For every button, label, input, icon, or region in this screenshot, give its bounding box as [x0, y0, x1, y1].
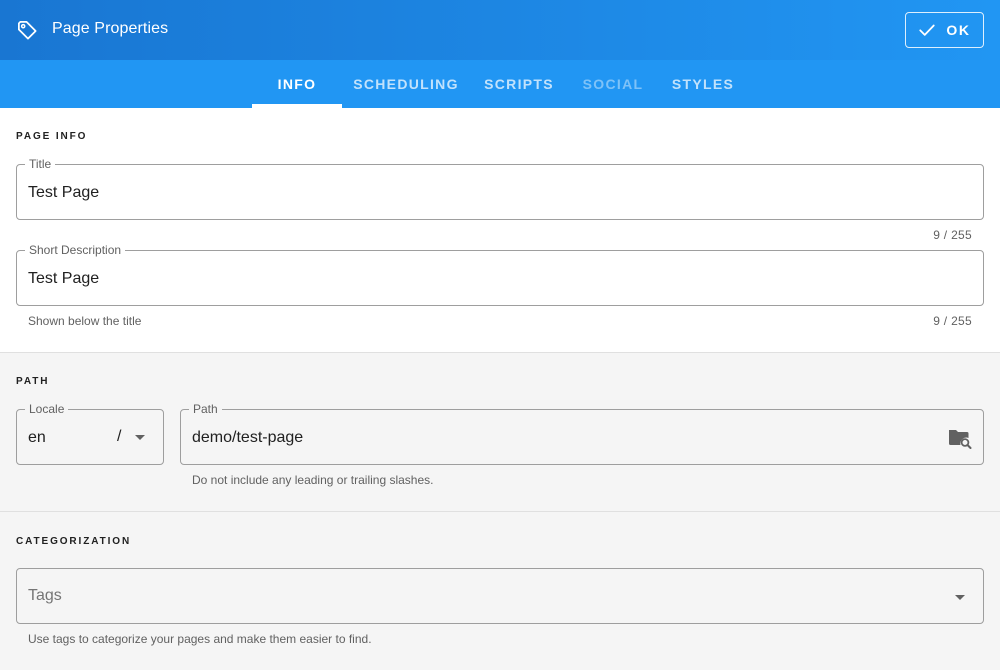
title-field-value[interactable]: Test Page [28, 183, 99, 203]
short-description-hint: Shown below the title [28, 314, 142, 328]
tabs-bar: INFO SCHEDULING SCRIPTS SOCIAL STYLES [0, 60, 1000, 108]
locale-label: Locale [25, 402, 69, 416]
path-field[interactable]: Path demo/test-page [180, 402, 984, 465]
ok-button-label: OK [946, 22, 971, 38]
path-value[interactable]: demo/test-page [192, 428, 303, 448]
title-field[interactable]: Title Test Page [16, 157, 984, 220]
short-description-value[interactable]: Test Page [28, 269, 99, 289]
ok-button[interactable]: OK [905, 12, 984, 48]
chevron-down-icon[interactable] [135, 435, 145, 440]
tags-combobox[interactable]: Tags [16, 568, 984, 624]
check-icon [919, 24, 936, 36]
tags-placeholder: Tags [28, 587, 62, 604]
tab-social: SOCIAL [582, 76, 644, 92]
section-heading: PAGE INFO [16, 131, 88, 142]
tab-info[interactable]: INFO [252, 60, 342, 108]
title-field-label: Title [25, 157, 56, 171]
locale-path-separator: / [117, 428, 122, 445]
short-description-field[interactable]: Short Description Test Page [16, 243, 984, 306]
locale-value: en [28, 429, 46, 446]
section-heading: CATEGORIZATION [16, 536, 132, 547]
title-char-counter: 9 / 255 [933, 228, 972, 242]
categorization-section: CATEGORIZATION Tags Use tags to categori… [0, 512, 1000, 670]
dialog-header: Page Properties OK [0, 0, 1000, 60]
page-info-section: PAGE INFO Title Test Page 9 / 255 Short … [0, 108, 1000, 352]
tag-outline-icon [18, 21, 37, 40]
dialog-title: Page Properties [52, 20, 169, 37]
locale-select[interactable]: Locale en / [16, 402, 164, 465]
section-heading: PATH [16, 376, 50, 387]
path-section: PATH Locale en / Path demo/test-page Do … [0, 353, 1000, 511]
tab-styles[interactable]: STYLES [664, 60, 742, 108]
short-description-char-counter: 9 / 255 [933, 314, 972, 328]
folder-search-icon[interactable] [947, 427, 973, 449]
tab-scheduling[interactable]: SCHEDULING [346, 60, 466, 108]
tags-hint: Use tags to categorize your pages and ma… [28, 632, 372, 646]
short-description-label: Short Description [25, 243, 126, 257]
tab-scripts[interactable]: SCRIPTS [476, 60, 562, 108]
path-label: Path [189, 402, 222, 416]
path-hint: Do not include any leading or trailing s… [192, 473, 434, 487]
chevron-down-icon[interactable] [955, 595, 965, 600]
